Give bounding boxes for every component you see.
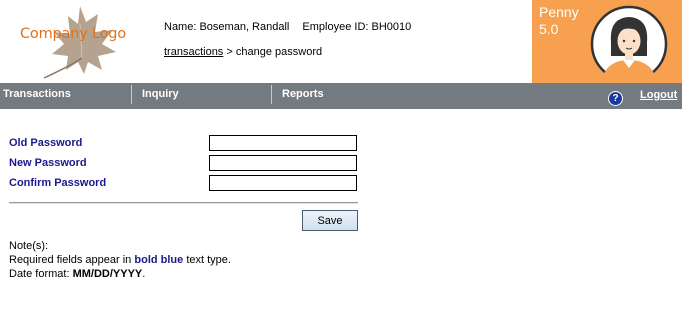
breadcrumb-current: change password (235, 46, 323, 58)
notes-section: Note(s): Required fields appear in bold … (9, 239, 231, 281)
breadcrumb-transactions-link[interactable]: transactions (164, 46, 223, 58)
date-format-prefix: Date format: (9, 268, 70, 280)
nav-item-reports[interactable]: Reports (282, 83, 324, 109)
logout-link[interactable]: Logout (640, 89, 677, 101)
date-format-note: Date format: MM/DD/YYYY. (9, 267, 231, 281)
main-nav: Transactions Inquiry Reports (0, 83, 682, 109)
old-password-label: Old Password (9, 137, 83, 149)
company-logo: Company Logo (0, 0, 150, 83)
nav-item-inquiry[interactable]: Inquiry (142, 83, 179, 109)
required-note-emphasis: bold blue (134, 254, 184, 266)
user-avatar-icon (590, 5, 668, 83)
date-format-suffix: . (142, 268, 146, 280)
brand-panel: Penny 5.0 (532, 0, 682, 83)
brand-name: Penny (539, 4, 579, 20)
notes-heading: Note(s): (9, 240, 49, 252)
new-password-input[interactable] (209, 155, 357, 171)
nav-item-transactions[interactable]: Transactions (3, 83, 71, 109)
breadcrumb: transactions > change password (164, 46, 322, 58)
help-icon[interactable]: ? (608, 91, 623, 106)
avatar (589, 4, 679, 83)
confirm-password-input[interactable] (209, 175, 357, 191)
employee-id: BH0010 (371, 21, 412, 33)
employee-name: Boseman, Randall (199, 21, 290, 33)
required-fields-note: Required fields appear in bold blue text… (9, 253, 231, 267)
required-note-prefix: Required fields appear in (9, 254, 132, 266)
header: Company Logo Name: Boseman, Randall Empl… (0, 0, 682, 83)
employee-id-label: Employee ID: (302, 21, 369, 33)
logo-text: Company Logo (20, 26, 126, 42)
breadcrumb-separator: > (226, 46, 233, 58)
confirm-password-label: Confirm Password (9, 177, 107, 189)
new-password-label: New Password (9, 157, 87, 169)
brand-title: Penny 5.0 (539, 4, 579, 38)
date-format-value: MM/DD/YYYY (72, 268, 143, 280)
required-note-suffix: text type. (186, 254, 231, 266)
nav-divider (271, 85, 272, 104)
name-label: Name: (164, 21, 197, 33)
nav-divider (131, 85, 132, 104)
save-button[interactable]: Save (302, 210, 358, 231)
old-password-input[interactable] (209, 135, 357, 151)
form-divider (9, 202, 358, 204)
user-info: Name: Boseman, Randall Employee ID: BH00… (164, 21, 411, 33)
brand-version: 5.0 (539, 21, 559, 37)
